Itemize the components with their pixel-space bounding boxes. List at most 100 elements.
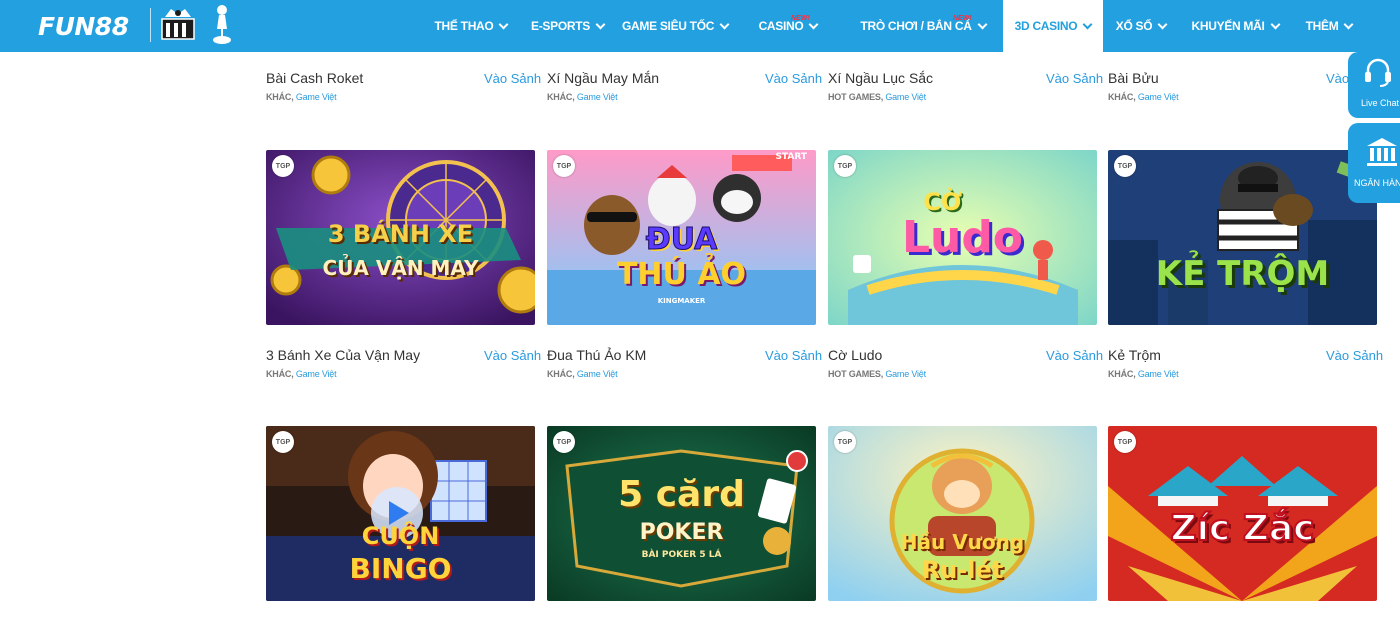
tgp-badge: TGP: [834, 431, 856, 453]
game-tags: KHÁC, Game Việt: [1108, 369, 1179, 379]
art-subtitle: POKER: [639, 520, 724, 545]
art-subtitle: THÚ ẢO: [616, 257, 747, 292]
game-tags: KHÁC, Game Việt: [266, 92, 337, 102]
enter-lobby-link[interactable]: Vào Sảnh: [484, 348, 541, 363]
tgp-badge: TGP: [834, 155, 856, 177]
game-provider-link[interactable]: Game Việt: [577, 92, 618, 102]
chevron-down-icon: [719, 19, 730, 29]
nav-the-thao[interactable]: THỂ THAO: [430, 0, 512, 52]
game-thumbnail[interactable]: TGP KẺ TRỘM: [1108, 150, 1377, 325]
enter-lobby-link[interactable]: Vào Sảnh: [1326, 348, 1383, 363]
game-provider-link[interactable]: Game Việt: [296, 369, 337, 379]
new-badge: NEW!: [953, 15, 972, 22]
game-category: KHÁC,: [266, 369, 294, 379]
game-provider-link[interactable]: Game Việt: [296, 92, 337, 102]
live-chat-label: Live Chat: [1361, 98, 1400, 108]
game-name[interactable]: Cờ Ludo: [828, 347, 882, 363]
nav-label: KHUYẾN MÃI: [1191, 19, 1265, 33]
enter-lobby-link[interactable]: Vào Sảnh: [1046, 348, 1103, 363]
nav-label: THỂ THAO: [434, 19, 494, 33]
game-name[interactable]: Bài Cash Roket: [266, 70, 363, 86]
game-tags: KHÁC, Game Việt: [547, 369, 618, 379]
tgp-badge: TGP: [272, 431, 294, 453]
chevron-down-icon: [1343, 19, 1354, 29]
enter-lobby-link[interactable]: Vào Sảnh: [765, 348, 822, 363]
game-tags: HOT GAMES, Game Việt: [828, 92, 926, 102]
game-thumbnail[interactable]: TGP CỜ Ludo: [828, 150, 1097, 325]
tgp-badge: TGP: [553, 431, 575, 453]
game-name[interactable]: Kẻ Trộm: [1108, 347, 1161, 363]
nav-e-sports[interactable]: E-SPORTS: [525, 0, 610, 52]
logo-divider: [150, 8, 151, 42]
tgp-badge: TGP: [553, 155, 575, 177]
game-thumbnail[interactable]: TGP 5 cărd POKER BÀI POKER 5 LÁ: [547, 426, 816, 601]
art-title: Hầu Vương: [900, 530, 1025, 554]
game-name[interactable]: 3 Bánh Xe Của Vận May: [266, 347, 420, 363]
art-title: Zíc Zắc: [1169, 507, 1315, 550]
tgp-badge: TGP: [1114, 155, 1136, 177]
fun88-logo[interactable]: FUN88: [38, 12, 129, 41]
nav-khuyen-mai[interactable]: KHUYẾN MÃI: [1190, 0, 1280, 52]
game-category: HOT GAMES,: [828, 369, 884, 379]
art-title: KẺ TRỘM: [1155, 254, 1330, 294]
chevron-down-icon: [977, 19, 988, 29]
game-category: KHÁC,: [547, 369, 575, 379]
art-subtitle: BINGO: [349, 552, 452, 585]
headset-icon: [1365, 58, 1391, 87]
game-provider-link[interactable]: Game Việt: [577, 369, 618, 379]
art-title: 3 BÁNH XE: [327, 220, 474, 248]
top-nav-bar: FUN88 THỂ THAO E-SPORTS GAME SIÊU TỐC CA…: [0, 0, 1400, 52]
game-thumbnail[interactable]: TGP CUỘN BINGO: [266, 426, 535, 601]
game-provider-link[interactable]: Game Việt: [885, 369, 926, 379]
nav-label: E-SPORTS: [531, 19, 590, 33]
art-subtitle: Ludo: [901, 212, 1024, 263]
game-provider-link[interactable]: Game Việt: [885, 92, 926, 102]
game-tags: KHÁC, Game Việt: [1108, 92, 1179, 102]
nav-game-sieu-toc[interactable]: GAME SIÊU TỐC: [622, 0, 730, 52]
game-tags: HOT GAMES, Game Việt: [828, 369, 926, 379]
game-tags: KHÁC, Game Việt: [266, 369, 337, 379]
enter-lobby-link[interactable]: Vào Sảnh: [484, 71, 541, 86]
art-title: ĐUA: [645, 222, 718, 258]
game-category: HOT GAMES,: [828, 92, 884, 102]
chevron-down-icon: [499, 19, 509, 29]
game-tags: KHÁC, Game Việt: [547, 92, 618, 102]
nav-label: 3D CASINO: [1014, 19, 1078, 33]
tgp-badge: TGP: [272, 155, 294, 177]
bank-tab[interactable]: NGÂN HÀNG: [1348, 123, 1400, 203]
live-chat-tab[interactable]: Live Chat: [1348, 52, 1400, 118]
enter-lobby-link[interactable]: Vào Sảnh: [1046, 71, 1103, 86]
chevron-down-icon: [1082, 19, 1093, 29]
thief-art: [1108, 150, 1377, 325]
nav-label: XỔ SỐ: [1115, 19, 1153, 33]
chevron-down-icon: [1157, 19, 1168, 29]
game-provider-link[interactable]: Game Việt: [1138, 92, 1179, 102]
bank-label: NGÂN HÀNG: [1354, 178, 1400, 188]
tgp-badge: TGP: [1114, 431, 1136, 453]
game-name[interactable]: Đua Thú Ảo KM: [547, 347, 646, 363]
game-thumbnail[interactable]: TGP Hầu Vương Ru-lét: [828, 426, 1097, 601]
game-thumbnail[interactable]: TGP START ĐUA THÚ ẢO KINGMAKER: [547, 150, 816, 325]
bank-building-icon: [1367, 138, 1397, 166]
game-category: KHÁC,: [1108, 92, 1136, 102]
newcastle-crest-icon: [161, 9, 195, 40]
art-subtitle: Ru-lét: [921, 556, 1004, 584]
nav-label: GAME SIÊU TỐC: [622, 19, 715, 33]
art-caption: BÀI POKER 5 LÁ: [641, 550, 722, 560]
art-title: CUỘN: [361, 522, 440, 550]
nav-3d-casino[interactable]: 3D CASINO: [1003, 0, 1103, 52]
nav-xo-so[interactable]: XỔ SỐ: [1110, 0, 1172, 52]
game-category: KHÁC,: [547, 92, 575, 102]
game-name[interactable]: Xí Ngầu May Mắn: [547, 70, 659, 86]
nav-casino[interactable]: CASINO: [740, 0, 836, 52]
game-provider-link[interactable]: Game Việt: [1138, 369, 1179, 379]
nav-them[interactable]: THÊM: [1298, 0, 1360, 52]
enter-lobby-link[interactable]: Vào Sảnh: [765, 71, 822, 86]
game-thumbnail[interactable]: TGP 3 BÁNH XE CỦA VẬN MAY: [266, 150, 535, 325]
game-name[interactable]: Xí Ngầu Lục Sắc: [828, 70, 933, 86]
game-name[interactable]: Bài Bửu: [1108, 70, 1159, 86]
nav-tro-choi-ban-ca[interactable]: TRÒ CHƠI / BẮN CÁ: [850, 0, 996, 52]
game-thumbnail[interactable]: TGP Zíc Zắc: [1108, 426, 1377, 601]
chevron-down-icon: [595, 19, 606, 29]
nav-label: THÊM: [1305, 19, 1339, 33]
